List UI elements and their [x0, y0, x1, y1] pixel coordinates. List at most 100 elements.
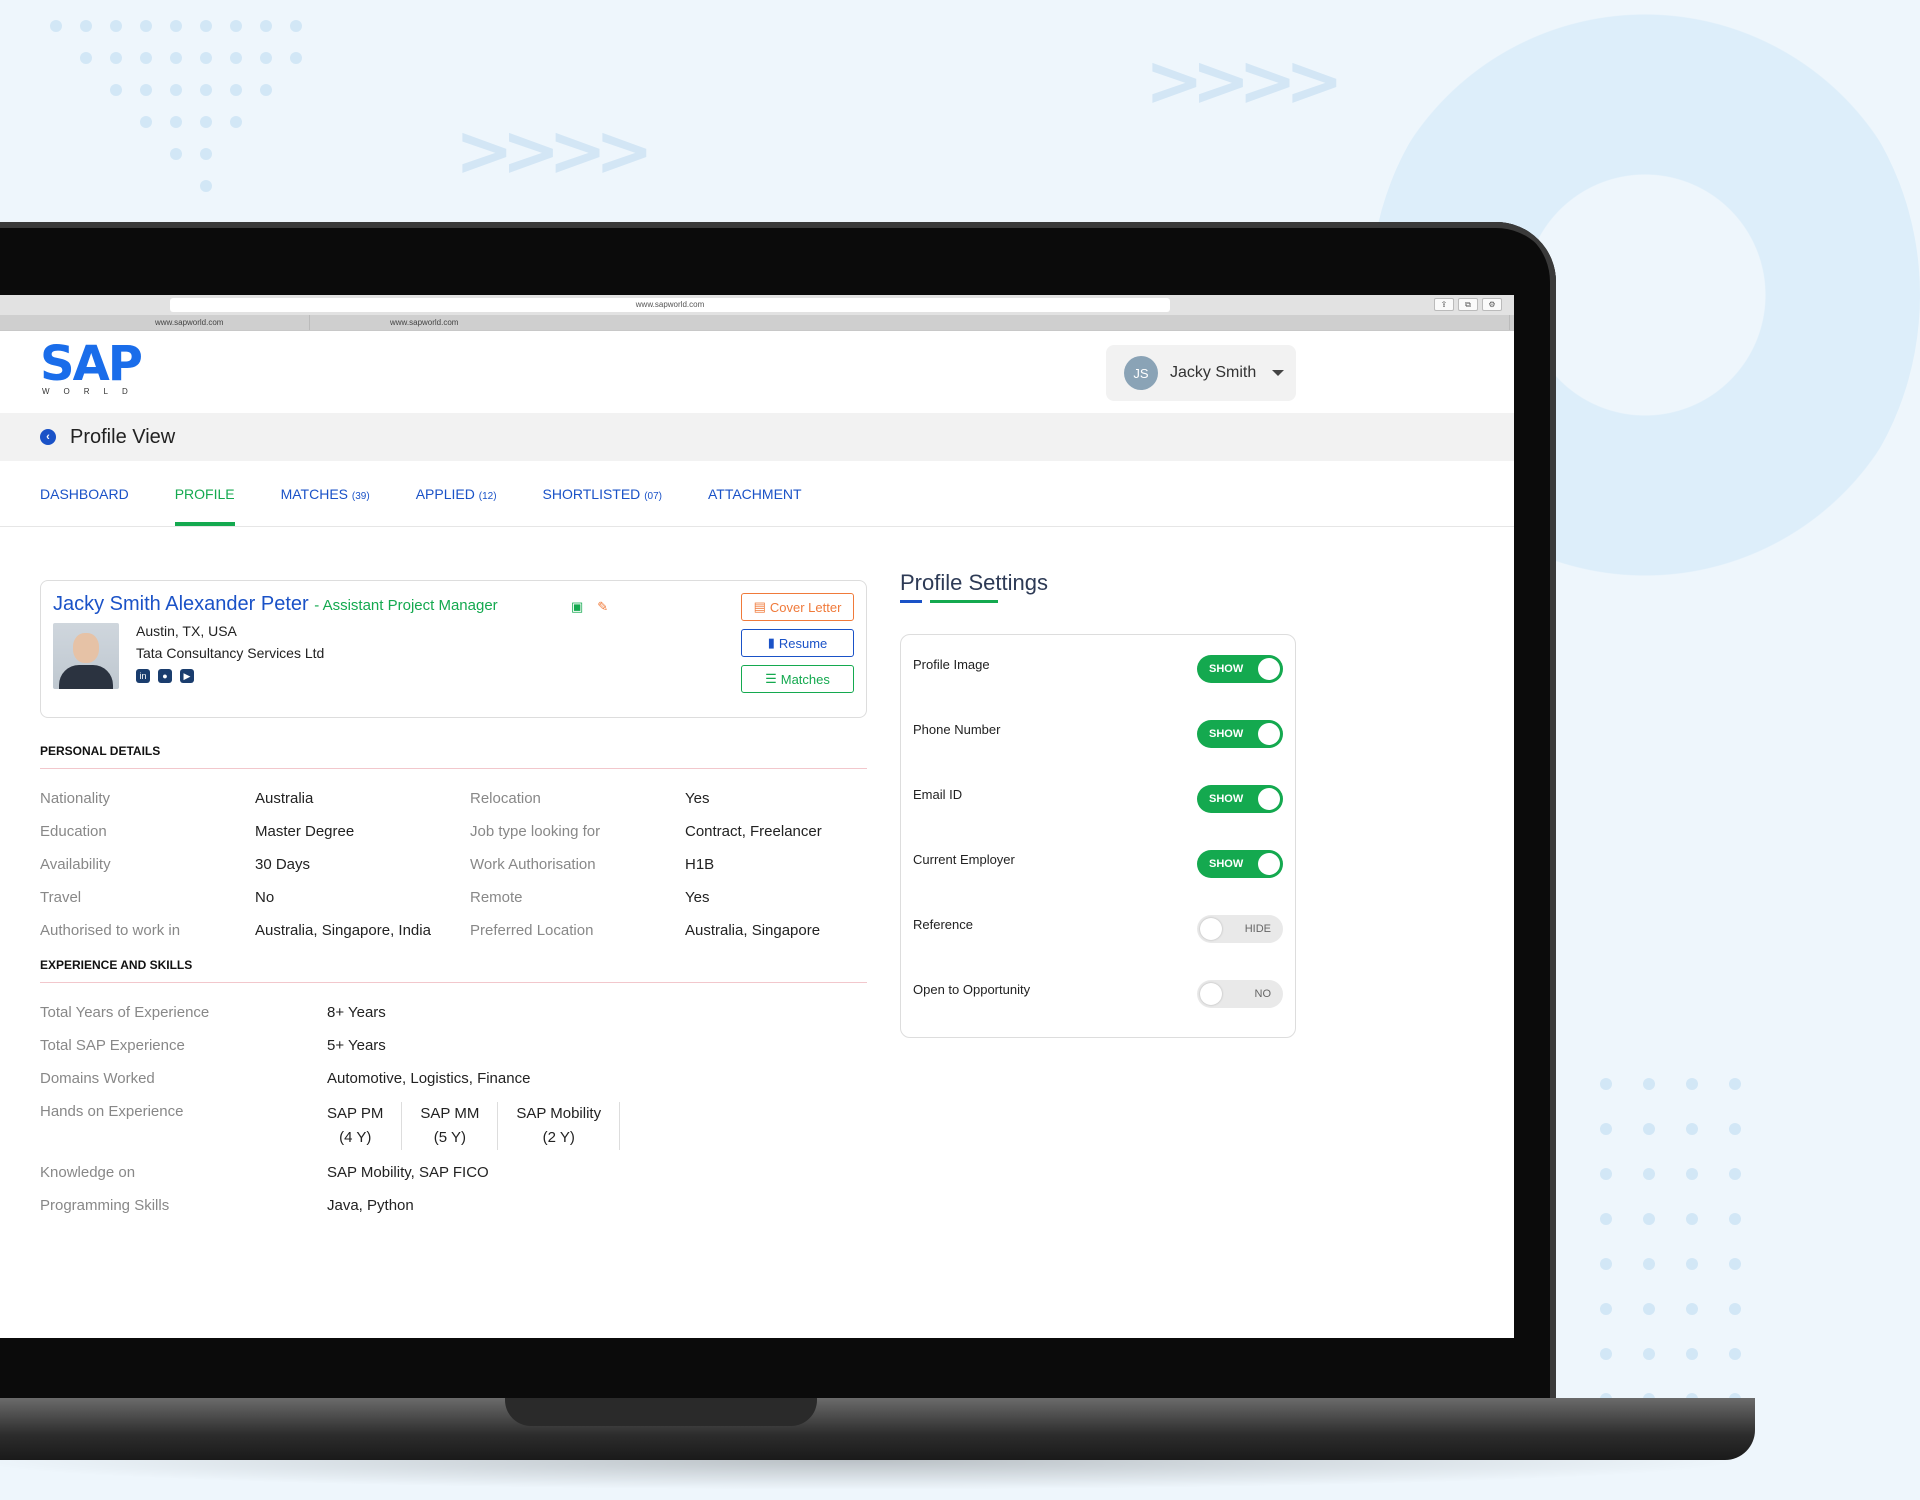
cover-letter-button[interactable]: ▤ Cover Letter — [741, 593, 854, 621]
page-title-bar: ‹ Profile View — [0, 413, 1514, 461]
background-dot — [1686, 1258, 1698, 1270]
title-underline — [900, 600, 1296, 606]
skill-years: (5 Y) — [433, 1129, 466, 1146]
browser-tab[interactable]: www.sapworld.com — [75, 315, 310, 330]
profile-name: Jacky Smith Alexander Peter — [53, 593, 309, 615]
toggle-state: SHOW — [1209, 663, 1244, 675]
background-dot — [200, 116, 212, 128]
tab-label: APPLIED — [415, 486, 475, 502]
tabs-icon[interactable]: ⧉ — [1458, 298, 1478, 311]
skill-item: SAP MM (5 Y) — [402, 1102, 499, 1150]
detail-label: Preferred Location — [470, 922, 594, 939]
hands-on-list: SAP PM (4 Y) SAP MM (5 Y) SAP Mobility (2 Y… — [327, 1096, 867, 1157]
profile-location: Austin, TX, USA — [136, 623, 237, 639]
current-employer-toggle[interactable]: SHOW — [1197, 850, 1283, 878]
tab-attachment[interactable]: ATTACHMENT — [708, 461, 802, 526]
toggle-knob — [1258, 658, 1280, 680]
setting-label: Reference — [913, 917, 973, 932]
id-card-icon[interactable]: ▣ — [571, 599, 583, 615]
background-dot — [1600, 1258, 1612, 1270]
profile-image-toggle[interactable]: SHOW — [1197, 655, 1283, 683]
open-to-opportunity-toggle[interactable]: NO — [1197, 980, 1283, 1008]
skill-name: SAP MM — [420, 1105, 480, 1122]
background-dot — [230, 52, 242, 64]
share-icon[interactable]: ⇪ — [1434, 298, 1454, 311]
background-dot — [170, 52, 182, 64]
detail-label: Availability — [40, 856, 111, 873]
background-dot — [170, 84, 182, 96]
background-dot — [140, 84, 152, 96]
setting-label: Email ID — [913, 787, 963, 802]
toggle-knob — [1258, 853, 1280, 875]
toggle-state: SHOW — [1209, 728, 1244, 740]
tab-label: DASHBOARD — [40, 486, 129, 502]
background-dot — [1729, 1348, 1741, 1360]
profile-employer: Tata Consultancy Services Ltd — [136, 645, 325, 661]
phone-number-toggle[interactable]: SHOW — [1197, 720, 1283, 748]
button-label: Matches — [780, 671, 830, 687]
tab-applied[interactable]: APPLIED (12) — [416, 461, 497, 526]
tab-count: (39) — [351, 491, 370, 502]
address-bar[interactable]: www.sapworld.com — [170, 298, 1170, 312]
profile-card-icons: ▣ ✎ — [571, 599, 608, 615]
toggle-state: SHOW — [1209, 858, 1244, 870]
background-dot — [260, 84, 272, 96]
logo-subtext: WORLD — [42, 387, 142, 396]
github-icon[interactable]: ● — [158, 669, 172, 683]
logo-text: SAP — [40, 336, 143, 392]
resume-button[interactable]: ▮ Resume — [741, 629, 854, 657]
reference-toggle[interactable]: HIDE — [1197, 915, 1283, 943]
settings-icon[interactable]: ⚙ — [1482, 298, 1502, 311]
tab-shortlisted[interactable]: SHORTLISTED (07) — [543, 461, 662, 526]
detail-value: Contract, Freelancer — [685, 823, 822, 840]
background-dot — [290, 20, 302, 32]
detail-value: SAP Mobility, SAP FICO — [327, 1164, 489, 1181]
experience-heading: EXPERIENCE AND SKILLS — [40, 958, 867, 983]
linkedin-icon[interactable]: in — [136, 669, 150, 683]
detail-label: Travel — [40, 889, 82, 906]
background-dot — [1600, 1123, 1612, 1135]
tab-count: (12) — [478, 491, 497, 502]
settings-card: Profile Image SHOW Phone Number SHOW Ema… — [900, 634, 1296, 1038]
logo[interactable]: SAP WORLD — [40, 336, 143, 396]
laptop-screen: www.sapworld.com ⇪ ⧉ ⚙ www.sapworld.com … — [0, 295, 1514, 1338]
personal-details-grid: Nationality Australia Relocation Yes Edu… — [40, 783, 867, 948]
tab-label: SHORTLISTED — [542, 486, 641, 502]
profile-role: - Assistant Project Manager — [314, 597, 498, 614]
detail-label: Job type looking for — [470, 823, 601, 840]
youtube-icon[interactable]: ▶ — [180, 669, 194, 683]
browser-tab[interactable]: www.sapworld.com — [310, 315, 1510, 330]
tab-profile[interactable]: PROFILE — [174, 461, 235, 526]
tab-matches[interactable]: MATCHES (39) — [281, 461, 370, 526]
tab-count: (07) — [644, 491, 662, 502]
background-dot — [170, 148, 182, 160]
background-dot — [1643, 1303, 1655, 1315]
matches-button[interactable]: ☰ Matches — [741, 665, 854, 693]
detail-label: Work Authorisation — [470, 856, 596, 873]
skill-name: SAP PM — [327, 1105, 384, 1122]
tab-dashboard[interactable]: DASHBOARD — [40, 461, 129, 526]
document-icon: ▤ — [753, 599, 766, 614]
detail-label: Education — [40, 823, 107, 840]
user-menu[interactable]: JS Jacky Smith — [1106, 345, 1296, 401]
profile-settings-title: Profile Settings — [900, 570, 1048, 595]
laptop-shadow — [0, 1460, 1750, 1490]
background-dot — [140, 52, 152, 64]
edit-pencil-icon[interactable]: ✎ — [597, 599, 608, 615]
background-dot — [140, 20, 152, 32]
background-chevrons-icon: >>>> — [1145, 40, 1344, 122]
tab-label: ATTACHMENT — [707, 486, 802, 502]
avatar: JS — [1124, 356, 1158, 390]
page-title: Profile View — [70, 425, 176, 448]
background-dot — [200, 20, 212, 32]
background-dot — [1729, 1123, 1741, 1135]
browser-toolbar: www.sapworld.com ⇪ ⧉ ⚙ www.sapworld.com … — [0, 295, 1514, 331]
back-arrow-icon[interactable]: ‹ — [40, 429, 56, 445]
background-dot — [1686, 1078, 1698, 1090]
background-dot — [1729, 1258, 1741, 1270]
detail-label: Domains Worked — [40, 1070, 155, 1087]
background-dot — [200, 84, 212, 96]
background-dot — [110, 84, 122, 96]
toggle-state: HIDE — [1244, 923, 1271, 935]
email-id-toggle[interactable]: SHOW — [1197, 785, 1283, 813]
